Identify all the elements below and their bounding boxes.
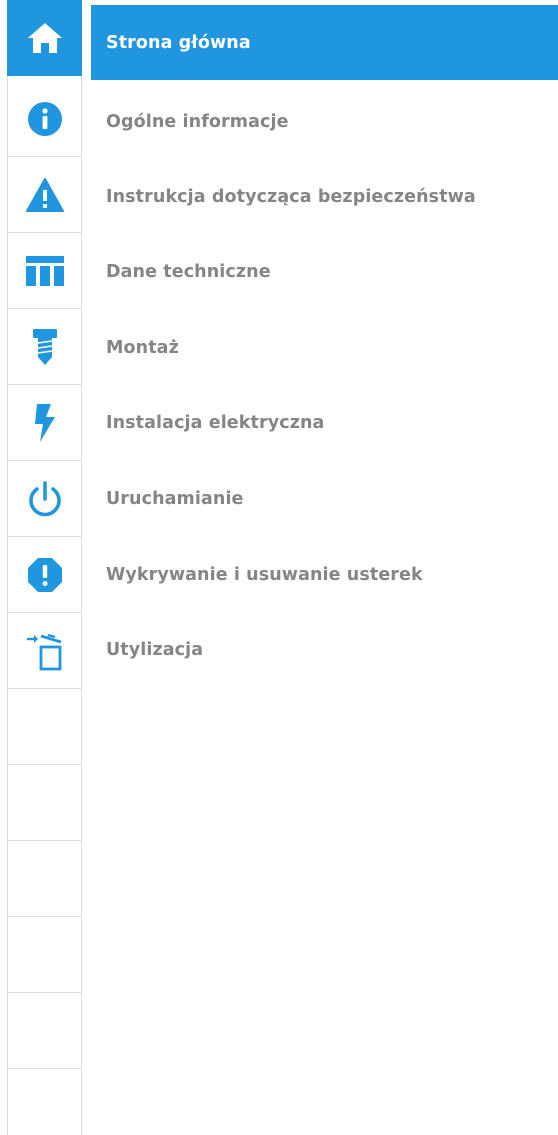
lightning-icon [34, 403, 55, 442]
rail-empty-cell [8, 917, 81, 993]
warning-triangle-icon [25, 177, 64, 212]
nav-item-electrical[interactable]: Instalacja elektryczna [91, 385, 558, 460]
rail-item-safety[interactable] [8, 157, 81, 233]
rail-empty-cell [8, 689, 81, 765]
disposal-bin-icon [26, 633, 61, 670]
rail-empty-cell [8, 993, 81, 1069]
rail-item-disposal[interactable] [8, 613, 81, 689]
nav-item-home[interactable]: Strona główna [91, 5, 558, 80]
rail-item-startup[interactable] [8, 461, 81, 537]
alert-octagon-icon [27, 557, 62, 592]
rail-item-home[interactable] [7, 0, 82, 76]
screw-icon [32, 328, 57, 365]
table-icon [25, 255, 64, 286]
home-icon [27, 22, 62, 53]
rail-item-technical-data[interactable] [8, 233, 81, 309]
nav-item-startup[interactable]: Uruchamianie [91, 461, 558, 536]
nav-item-safety[interactable]: Instrukcja dotycząca bezpieczeństwa [91, 159, 558, 234]
rail-item-mounting[interactable] [8, 309, 81, 385]
rail-empty-cell [8, 765, 81, 841]
icon-rail [7, 0, 82, 1135]
rail-item-electrical[interactable] [8, 385, 81, 461]
nav-item-mounting[interactable]: Montaż [91, 310, 558, 385]
nav-item-general-info[interactable]: Ogólne informacje [91, 84, 558, 159]
rail-item-general-info[interactable] [8, 81, 81, 157]
info-icon [27, 101, 62, 136]
rail-empty-cell [8, 841, 81, 917]
nav-item-troubleshooting[interactable]: Wykrywanie i usuwanie usterek [91, 537, 558, 612]
power-icon [28, 480, 61, 516]
nav-item-disposal[interactable]: Utylizacja [91, 612, 558, 687]
rail-item-troubleshooting[interactable] [8, 537, 81, 613]
nav-item-technical-data[interactable]: Dane techniczne [91, 234, 558, 309]
